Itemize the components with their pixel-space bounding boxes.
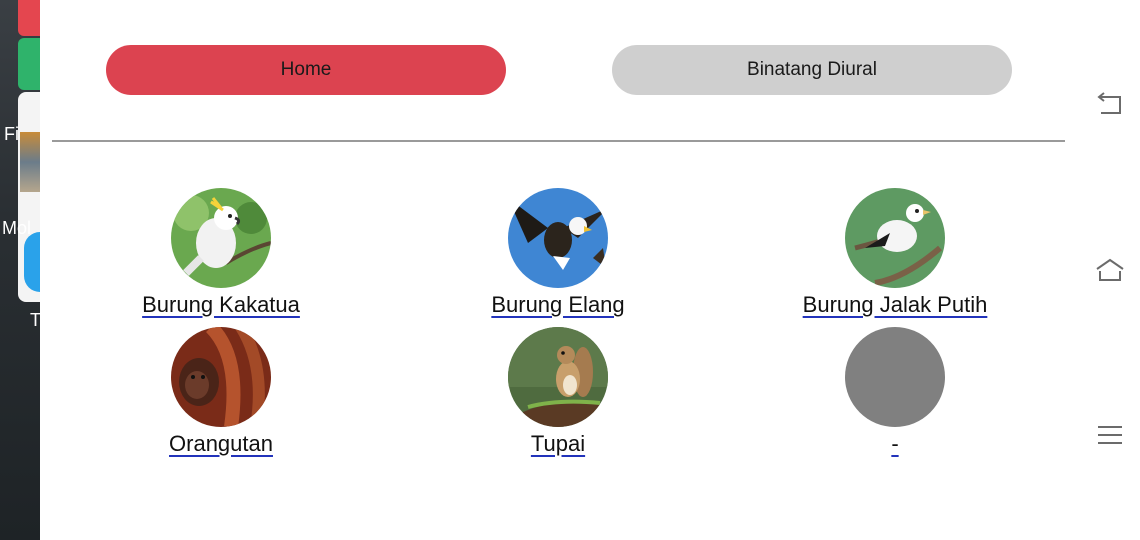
animal-name-link[interactable]: Burung Jalak Putih xyxy=(803,292,988,318)
diurnal-animals-button[interactable]: Binatang Diural xyxy=(612,45,1012,95)
animal-card-squirrel[interactable]: Tupai xyxy=(408,327,708,457)
back-icon[interactable] xyxy=(1095,89,1125,119)
launcher-app-image xyxy=(20,132,40,192)
animal-card-cockatoo[interactable]: Burung Kakatua xyxy=(71,188,371,318)
home-icon[interactable] xyxy=(1095,255,1125,285)
animal-card-white-starling[interactable]: Burung Jalak Putih xyxy=(745,188,1045,318)
animal-name-link[interactable]: Burung Elang xyxy=(491,292,624,318)
launcher-app-green xyxy=(18,38,40,90)
home-button[interactable]: Home xyxy=(106,45,506,95)
animal-name-link[interactable]: - xyxy=(891,431,898,457)
launcher-text-fragment: T xyxy=(30,310,40,330)
orangutan-image xyxy=(171,327,271,427)
placeholder-avatar xyxy=(845,327,945,427)
animal-card-orangutan[interactable]: Orangutan xyxy=(71,327,371,457)
launcher-app-blue xyxy=(24,232,40,292)
animal-name-link[interactable]: Burung Kakatua xyxy=(142,292,300,318)
system-navigation-bar xyxy=(1065,0,1140,540)
animal-card-placeholder[interactable]: - xyxy=(745,327,1045,457)
divider xyxy=(52,140,1065,142)
animal-name-link[interactable]: Orangutan xyxy=(169,431,273,457)
background-launcher: Fi Mol T xyxy=(0,0,40,540)
white-starling-image xyxy=(845,188,945,288)
animal-card-eagle[interactable]: Burung Elang xyxy=(408,188,708,318)
app-screen: Home Binatang Diural Burung Kakatua Buru… xyxy=(40,0,1065,540)
cockatoo-image xyxy=(171,188,271,288)
launcher-app-red xyxy=(18,0,40,36)
eagle-image xyxy=(508,188,608,288)
launcher-text-fragment: Mol xyxy=(2,218,32,238)
animal-name-link[interactable]: Tupai xyxy=(531,431,585,457)
launcher-text-fragment: Fi xyxy=(4,124,19,144)
menu-icon[interactable] xyxy=(1095,420,1125,450)
squirrel-image xyxy=(508,327,608,427)
